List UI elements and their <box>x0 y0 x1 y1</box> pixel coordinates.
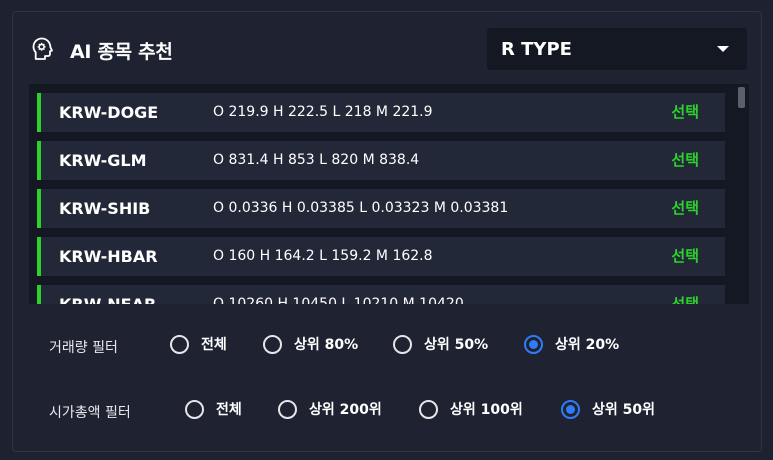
volume-option-top80[interactable]: 상위 80% <box>263 334 358 354</box>
radio-circle-icon <box>263 334 282 354</box>
radio-selected-icon <box>524 334 543 354</box>
ticker-code: KRW-SHIB <box>59 199 151 218</box>
ticker-code: KRW-DOGE <box>59 103 159 122</box>
radio-label: 전체 <box>201 337 227 353</box>
radio-label: 상위 100위 <box>450 402 523 418</box>
volume-option-all[interactable]: 전체 <box>170 334 227 354</box>
marketcap-filter-label: 시가총액 필터 <box>49 405 131 421</box>
ohlc-values: O 219.9 H 222.5 L 218 M 221.9 <box>213 104 433 120</box>
chevron-down-icon <box>717 46 729 52</box>
panel-title: AI 종목 추천 <box>70 41 173 63</box>
recommendation-list[interactable]: KRW-DOGE O 219.9 H 222.5 L 218 M 221.9 선… <box>29 84 749 304</box>
volume-filter-label: 거래량 필터 <box>49 340 118 356</box>
select-button[interactable]: 선택 <box>671 93 699 132</box>
marketcap-option-all[interactable]: 전체 <box>185 399 242 419</box>
radio-circle-icon <box>185 399 204 419</box>
radio-label: 상위 20% <box>555 337 620 353</box>
ai-recommendation-panel: AI 종목 추천 R TYPE KRW-DOGE O 219.9 H 222.5… <box>12 11 762 452</box>
select-button[interactable]: 선택 <box>671 237 699 276</box>
ohlc-values: O 0.0336 H 0.03385 L 0.03323 M 0.03381 <box>213 200 509 216</box>
volume-option-top50[interactable]: 상위 50% <box>393 334 488 354</box>
ticker-code: KRW-GLM <box>59 151 147 170</box>
list-item: KRW-SHIB O 0.0336 H 0.03385 L 0.03323 M … <box>37 189 725 228</box>
list-item: KRW-NEAR O 10260 H 10450 L 10210 M 10420… <box>37 285 725 304</box>
radio-selected-icon <box>561 399 580 419</box>
ohlc-values: O 160 H 164.2 L 159.2 M 162.8 <box>213 248 433 264</box>
marketcap-option-top100[interactable]: 상위 100위 <box>419 399 523 419</box>
radio-circle-icon <box>393 334 412 354</box>
radio-circle-icon <box>278 399 297 419</box>
ohlc-values: O 10260 H 10450 L 10210 M 10420 <box>213 296 464 304</box>
radio-circle-icon <box>170 334 189 354</box>
radio-label: 상위 50위 <box>592 402 655 418</box>
list-item: KRW-HBAR O 160 H 164.2 L 159.2 M 162.8 선… <box>37 237 725 276</box>
radio-circle-icon <box>419 399 438 419</box>
ohlc-values: O 831.4 H 853 L 820 M 838.4 <box>213 152 420 168</box>
select-button[interactable]: 선택 <box>671 285 699 304</box>
brain-head-icon <box>32 37 53 60</box>
ticker-code: KRW-HBAR <box>59 247 158 266</box>
volume-option-top20[interactable]: 상위 20% <box>524 334 619 354</box>
radio-label: 상위 50% <box>424 337 489 353</box>
select-button[interactable]: 선택 <box>671 141 699 180</box>
type-dropdown-value: R TYPE <box>501 38 572 60</box>
list-item: KRW-DOGE O 219.9 H 222.5 L 218 M 221.9 선… <box>37 93 725 132</box>
marketcap-option-top50[interactable]: 상위 50위 <box>561 399 655 419</box>
type-dropdown[interactable]: R TYPE <box>487 28 747 70</box>
radio-label: 전체 <box>216 402 242 418</box>
radio-label: 상위 80% <box>294 337 359 353</box>
list-scrollbar[interactable] <box>733 84 749 304</box>
radio-label: 상위 200위 <box>309 402 382 418</box>
scrollbar-thumb[interactable] <box>738 87 745 108</box>
select-button[interactable]: 선택 <box>671 189 699 228</box>
marketcap-option-top200[interactable]: 상위 200위 <box>278 399 382 419</box>
ticker-code: KRW-NEAR <box>59 285 156 304</box>
list-item: KRW-GLM O 831.4 H 853 L 820 M 838.4 선택 <box>37 141 725 180</box>
